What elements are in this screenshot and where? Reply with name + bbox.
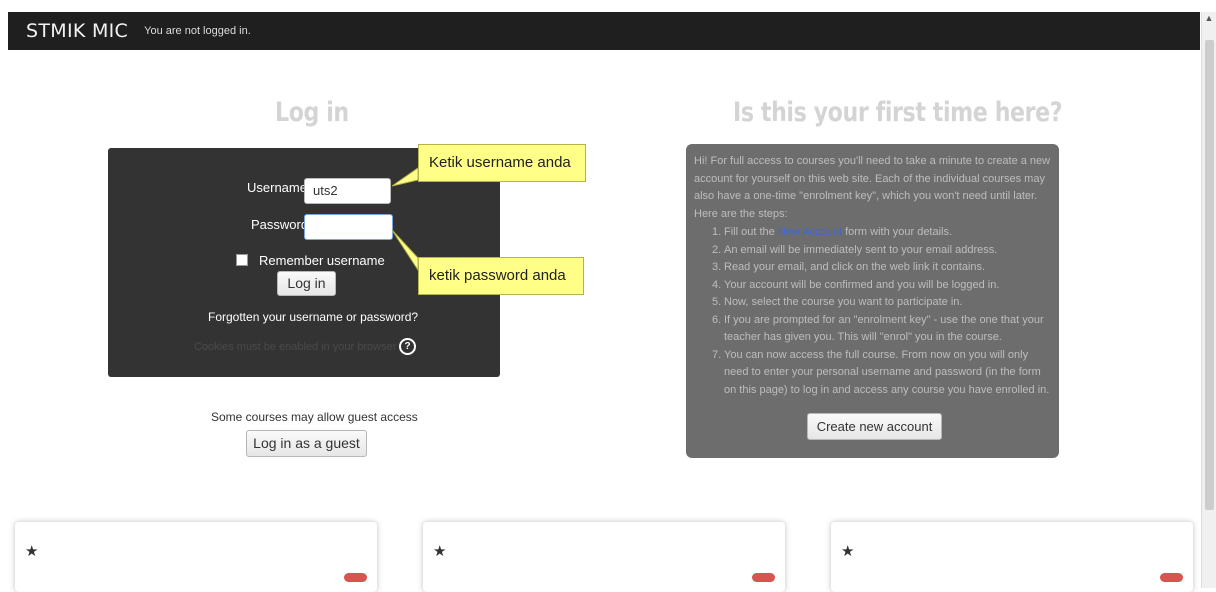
signup-panel: Hi! For full access to courses you'll ne… bbox=[686, 144, 1059, 458]
new-account-link[interactable]: New Account bbox=[778, 226, 842, 238]
username-hint-callout: Ketik username anda bbox=[418, 144, 586, 182]
remember-username-checkbox[interactable] bbox=[236, 254, 248, 266]
star-icon: ★ bbox=[25, 543, 39, 560]
top-navbar: STMIK MIC You are not logged in. bbox=[8, 12, 1200, 50]
card-badge[interactable] bbox=[344, 573, 367, 582]
password-input[interactable] bbox=[304, 214, 393, 240]
signup-step: 2. An email will be immediately sent to y… bbox=[712, 243, 998, 256]
scrollbar-thumb[interactable] bbox=[1205, 40, 1214, 510]
login-heading: Log in bbox=[275, 97, 349, 128]
window-top-edge bbox=[0, 0, 1216, 12]
course-card[interactable]: ★ bbox=[15, 522, 377, 592]
signup-steps: 1. Fill out the New Account form with yo… bbox=[694, 224, 1054, 399]
guest-access-text: Some courses may allow guest access bbox=[211, 410, 418, 424]
password-hint-callout: ketik password anda bbox=[418, 257, 584, 295]
create-account-button[interactable]: Create new account bbox=[807, 413, 942, 440]
signup-step: 5. Now, select the course you want to par… bbox=[712, 296, 963, 308]
forgot-password-link[interactable]: Forgotten your username or password? bbox=[208, 310, 418, 324]
signup-step: 6. If you are prompted for an "enrolment … bbox=[712, 313, 1044, 344]
signup-step: 3. Read your email, and click on the web … bbox=[712, 261, 986, 273]
remember-username-label: Remember username bbox=[259, 253, 385, 268]
guest-login-button[interactable]: Log in as a guest bbox=[246, 430, 367, 457]
card-badge[interactable] bbox=[752, 573, 775, 582]
username-input[interactable]: uts2 bbox=[304, 178, 391, 204]
signup-intro: Hi! For full access to courses you'll ne… bbox=[694, 155, 1051, 220]
star-icon: ★ bbox=[433, 543, 447, 560]
cookies-notice: Cookies must be enabled in your browser bbox=[194, 341, 397, 353]
course-card[interactable]: ★ bbox=[831, 522, 1193, 592]
signup-step: 4. Your account will be confirmed and you… bbox=[712, 278, 1000, 291]
star-icon: ★ bbox=[841, 543, 855, 560]
signup-step: 7. You can now access the full course. Fr… bbox=[712, 348, 1050, 396]
course-card[interactable]: ★ bbox=[423, 522, 785, 592]
help-icon[interactable]: ? bbox=[399, 338, 416, 355]
login-button[interactable]: Log in bbox=[277, 271, 336, 296]
username-label: Username bbox=[247, 180, 307, 195]
login-status: You are not logged in. bbox=[144, 25, 251, 37]
signup-step: 1. Fill out the New Account form with yo… bbox=[712, 226, 953, 238]
scroll-up-arrow-icon[interactable]: ▲ bbox=[1204, 12, 1214, 24]
site-brand[interactable]: STMIK MIC bbox=[26, 20, 128, 42]
card-badge[interactable] bbox=[1160, 573, 1183, 582]
password-label: Password bbox=[251, 217, 309, 232]
signup-heading: Is this your first time here? bbox=[733, 97, 1063, 128]
